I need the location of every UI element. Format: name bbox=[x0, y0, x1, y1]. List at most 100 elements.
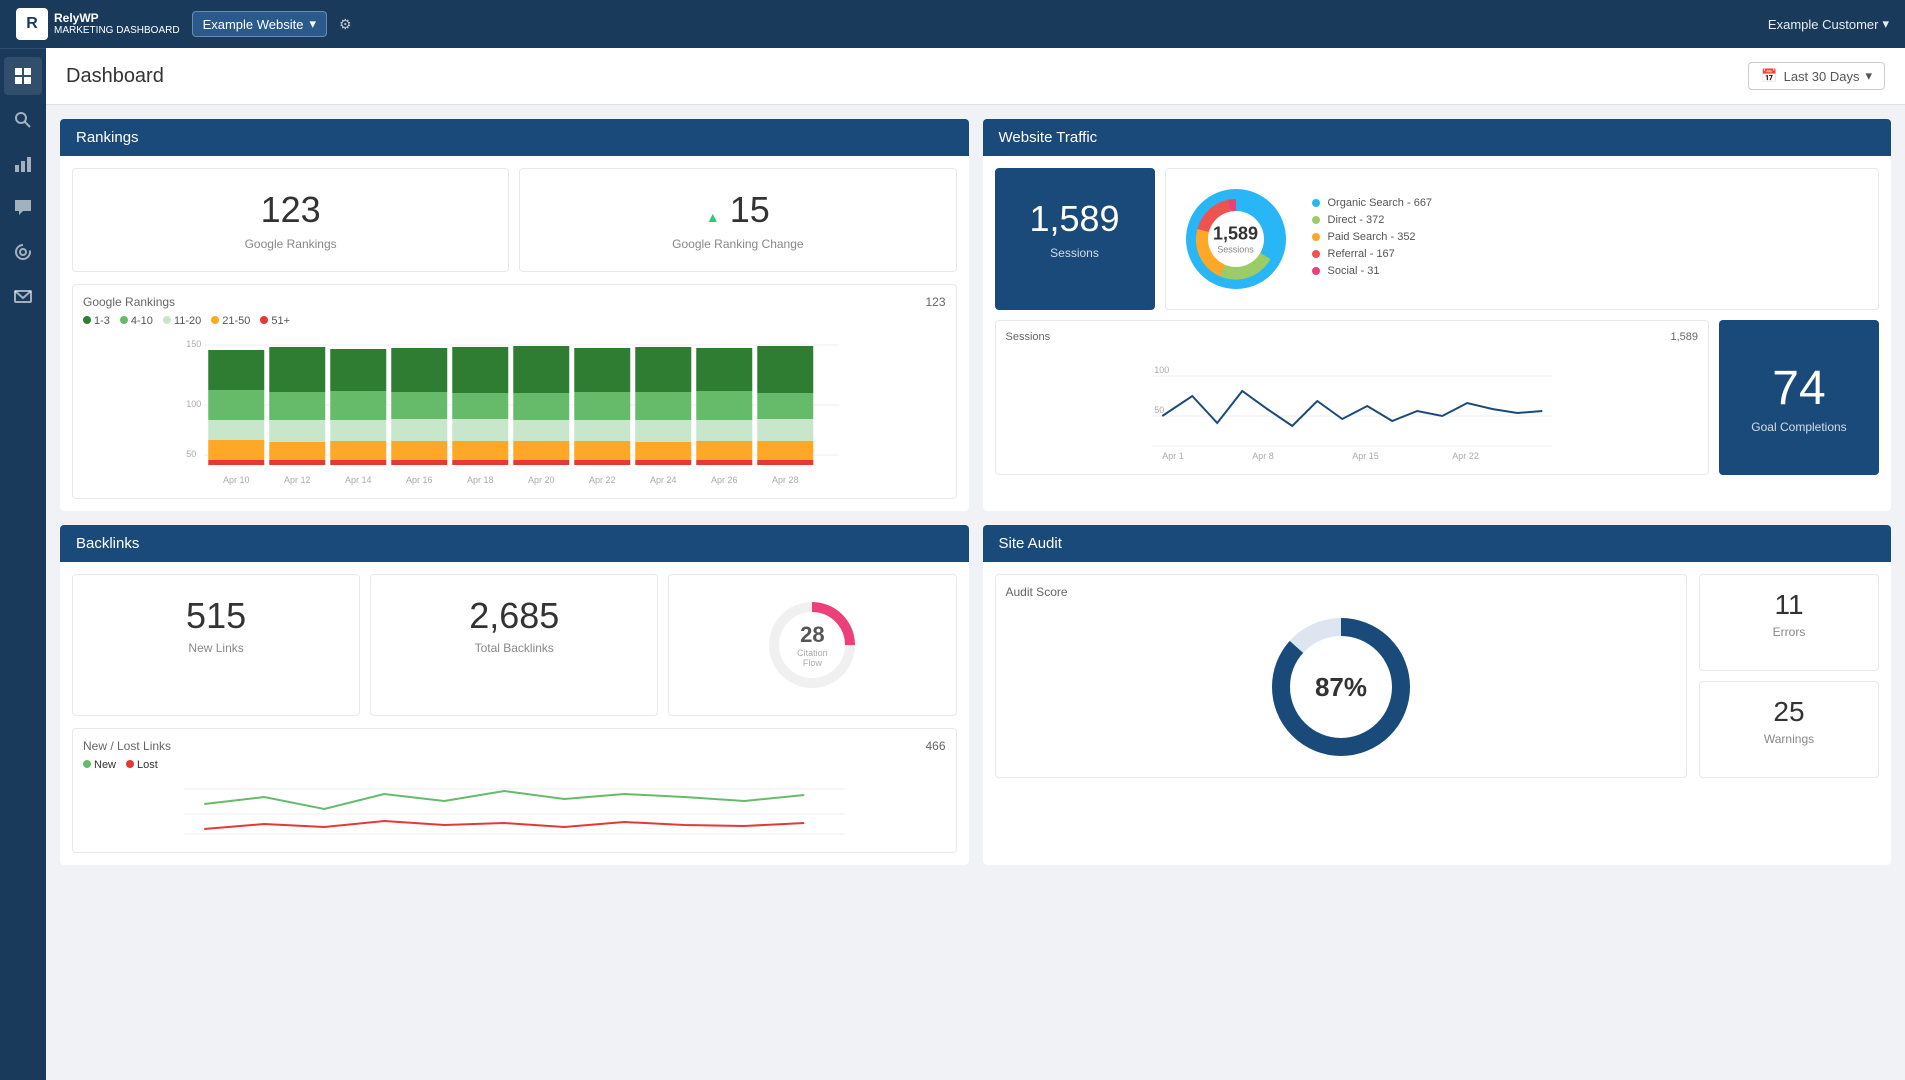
google-rankings-card: 123 Google Rankings bbox=[72, 168, 509, 272]
ranking-change-value: ▲ 15 bbox=[536, 189, 939, 231]
backlinks-panel-header: Backlinks bbox=[60, 525, 969, 562]
new-links-card: 515 New Links bbox=[72, 574, 360, 716]
chart-count: 123 bbox=[925, 295, 945, 309]
svg-text:50: 50 bbox=[186, 449, 196, 459]
site-audit-panel-header: Site Audit bbox=[983, 525, 1892, 562]
line-chart-header: Sessions 1,589 bbox=[1006, 331, 1699, 343]
website-selector[interactable]: Example Website ▾ bbox=[192, 11, 327, 37]
citation-value: 28 bbox=[787, 622, 837, 648]
google-rankings-value: 123 bbox=[89, 189, 492, 231]
customer-menu[interactable]: Example Customer ▾ bbox=[1768, 16, 1889, 32]
sidebar-item-chat[interactable] bbox=[4, 189, 42, 227]
total-backlinks-label: Total Backlinks bbox=[387, 641, 641, 655]
warnings-card: 25 Warnings bbox=[1699, 681, 1879, 778]
rankings-panel-header: Rankings bbox=[60, 119, 969, 156]
sessions-bottom-row: Sessions 1,589 100 50 bbox=[995, 320, 1880, 475]
svg-text:Apr 26: Apr 26 bbox=[711, 475, 738, 485]
top-navigation: R RelyWP MARKETING DASHBOARD Example Web… bbox=[0, 0, 1905, 48]
svg-text:Apr 18: Apr 18 bbox=[467, 475, 494, 485]
svg-text:100: 100 bbox=[1154, 365, 1169, 375]
newlost-count: 466 bbox=[925, 739, 945, 753]
chart-legend: 1-3 4-10 11-20 21-50 51+ bbox=[83, 315, 946, 327]
svg-text:Apr 22: Apr 22 bbox=[589, 475, 616, 485]
svg-text:Apr 20: Apr 20 bbox=[528, 475, 555, 485]
audit-donut-svg: 87% bbox=[1261, 607, 1421, 767]
warnings-label: Warnings bbox=[1716, 732, 1862, 746]
audit-score-title: Audit Score bbox=[1006, 585, 1677, 599]
audit-donut-wrap: 87% bbox=[1006, 607, 1677, 767]
legend-organic: Organic Search - 667 bbox=[1312, 197, 1433, 209]
svg-text:150: 150 bbox=[186, 339, 201, 349]
goal-value: 74 bbox=[1772, 361, 1825, 416]
errors-card: 11 Errors bbox=[1699, 574, 1879, 671]
backlinks-panel-body: 515 New Links 2,685 Total Backlinks bbox=[60, 562, 969, 865]
main-content: Dashboard 📅 Last 30 Days ▾ Rankings 123 … bbox=[46, 48, 1905, 1080]
newlost-legend: New Lost bbox=[83, 759, 946, 771]
traffic-donut-container: 1,589 Sessions Organic Search - 667 bbox=[1165, 168, 1880, 310]
rankings-stat-cards: 123 Google Rankings ▲ 15 Google Ranking … bbox=[72, 168, 957, 272]
new-links-value: 515 bbox=[89, 595, 343, 637]
nav-left: R RelyWP MARKETING DASHBOARD Example Web… bbox=[16, 8, 352, 40]
dashboard-grid: Rankings 123 Google Rankings ▲ 15 bbox=[46, 105, 1905, 879]
chart-title: Google Rankings bbox=[83, 295, 946, 309]
calendar-icon: 📅 bbox=[1761, 68, 1777, 84]
svg-text:100: 100 bbox=[186, 399, 201, 409]
logo-icon: R bbox=[16, 8, 48, 40]
svg-text:Apr 12: Apr 12 bbox=[284, 475, 311, 485]
warnings-value: 25 bbox=[1716, 696, 1862, 728]
rankings-chart: Google Rankings 123 1-3 4-10 11-20 21-50… bbox=[72, 284, 957, 499]
audit-score-panel: Audit Score 87% bbox=[995, 574, 1688, 778]
donut-chart: 1,589 Sessions bbox=[1176, 179, 1296, 299]
svg-text:Apr 16: Apr 16 bbox=[406, 475, 433, 485]
svg-text:Apr 14: Apr 14 bbox=[345, 475, 372, 485]
sidebar-item-search[interactable] bbox=[4, 101, 42, 139]
sessions-value: 1,589 bbox=[1015, 198, 1135, 240]
legend-direct: Direct - 372 bbox=[1312, 214, 1433, 226]
sessions-card: 1,589 Sessions bbox=[995, 168, 1155, 310]
settings-icon[interactable]: ⚙ bbox=[339, 16, 352, 33]
errors-value: 11 bbox=[1716, 589, 1862, 621]
traffic-top-row: 1,589 Sessions bbox=[995, 168, 1880, 310]
site-audit-body: Audit Score 87% 11 E bbox=[983, 562, 1892, 790]
backlinks-stat-cards: 515 New Links 2,685 Total Backlinks bbox=[72, 574, 957, 716]
line-chart-svg: 100 50 Apr 1 Apr 8 Apr 15 Apr 22 bbox=[1006, 351, 1699, 461]
legend-paid: Paid Search - 352 bbox=[1312, 231, 1433, 243]
donut-value: 1,589 bbox=[1213, 224, 1258, 245]
svg-text:Apr 10: Apr 10 bbox=[223, 475, 250, 485]
svg-text:Apr 22: Apr 22 bbox=[1452, 451, 1479, 461]
page-title: Dashboard bbox=[66, 65, 164, 88]
app-logo: R RelyWP MARKETING DASHBOARD bbox=[16, 8, 180, 40]
traffic-panel-body: 1,589 Sessions bbox=[983, 156, 1892, 487]
citation-center: 28 Citation Flow bbox=[787, 622, 837, 668]
citation-label: Citation Flow bbox=[787, 648, 837, 668]
ranking-change-label: Google Ranking Change bbox=[536, 237, 939, 251]
svg-text:87%: 87% bbox=[1315, 672, 1367, 702]
svg-text:Apr 28: Apr 28 bbox=[772, 475, 799, 485]
new-lost-links-chart: New / Lost Links 466 New Lost bbox=[72, 728, 957, 853]
new-links-label: New Links bbox=[89, 641, 343, 655]
sidebar-item-mail[interactable] bbox=[4, 277, 42, 315]
audit-stat-cards: 11 Errors 25 Warnings bbox=[1699, 574, 1879, 778]
date-range-button[interactable]: 📅 Last 30 Days ▾ bbox=[1748, 62, 1885, 90]
svg-text:Apr 24: Apr 24 bbox=[650, 475, 677, 485]
sidebar-item-dashboard[interactable] bbox=[4, 57, 42, 95]
sidebar bbox=[0, 48, 46, 1080]
newlost-chart-svg bbox=[83, 779, 946, 839]
errors-label: Errors bbox=[1716, 625, 1862, 639]
trend-up-icon: ▲ bbox=[706, 209, 720, 225]
sessions-label: Sessions bbox=[1015, 246, 1135, 260]
logo-text: RelyWP MARKETING DASHBOARD bbox=[54, 11, 180, 37]
sidebar-item-mentions[interactable] bbox=[4, 233, 42, 271]
backlinks-panel: Backlinks 515 New Links 2,685 Total Back… bbox=[60, 525, 969, 865]
goal-label: Goal Completions bbox=[1751, 420, 1846, 434]
total-backlinks-value: 2,685 bbox=[387, 595, 641, 637]
traffic-panel: Website Traffic 1,589 Sessions bbox=[983, 119, 1892, 511]
site-audit-panel: Site Audit Audit Score 87% bbox=[983, 525, 1892, 865]
svg-text:Apr 8: Apr 8 bbox=[1252, 451, 1274, 461]
google-rankings-label: Google Rankings bbox=[89, 237, 492, 251]
goal-completions-card: 74 Goal Completions bbox=[1719, 320, 1879, 475]
total-backlinks-card: 2,685 Total Backlinks bbox=[370, 574, 658, 716]
sidebar-item-charts[interactable] bbox=[4, 145, 42, 183]
rankings-panel: Rankings 123 Google Rankings ▲ 15 bbox=[60, 119, 969, 511]
traffic-panel-header: Website Traffic bbox=[983, 119, 1892, 156]
